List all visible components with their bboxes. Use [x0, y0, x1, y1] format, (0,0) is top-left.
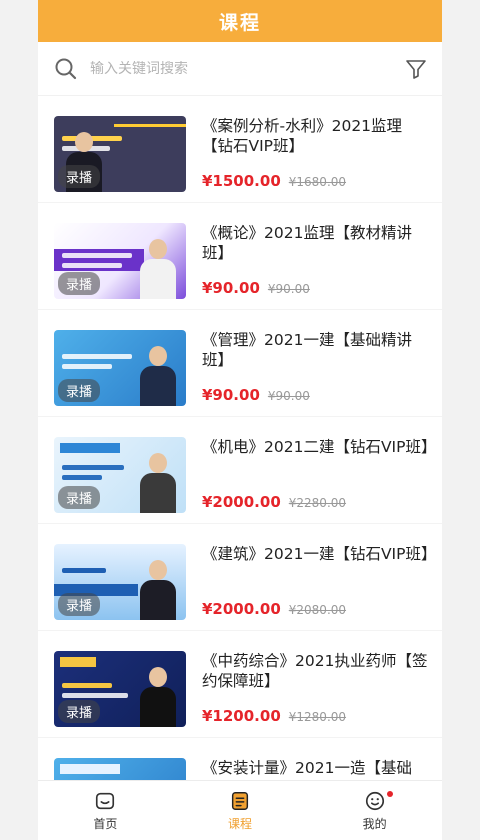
page-title: 课程 [218, 11, 261, 34]
course-item[interactable]: 录播 《建筑》2021一建【钻石VIP班】 ¥2000.00 ¥2080.00 [38, 524, 442, 631]
app-container: 课程 录播 《案例分析-水利》2021监理 [38, 0, 442, 840]
tab-home[interactable]: 首页 [38, 781, 173, 840]
course-original-price: ¥2080.00 [288, 603, 347, 617]
search-input[interactable] [90, 60, 404, 77]
course-thumbnail [54, 758, 186, 780]
recorded-badge: 录播 [58, 272, 101, 295]
course-original-price: ¥1680.00 [288, 175, 347, 189]
course-price: ¥1200.00 [202, 707, 281, 725]
course-item[interactable]: 录播 《中药综合》2021执业药师【签约保障班】 ¥1200.00 ¥1280.… [38, 631, 442, 738]
bottom-tab-bar: 首页 课程 我的 [38, 780, 442, 840]
smiley-icon [365, 791, 384, 810]
course-thumbnail: 录播 [54, 116, 186, 192]
tab-courses[interactable]: 课程 [173, 781, 308, 840]
course-item[interactable]: 录播 《管理》2021一建【基础精讲班】 ¥90.00 ¥90.00 [38, 310, 442, 417]
course-title: 《机电》2021二建【钻石VIP班】 [202, 438, 432, 456]
course-thumbnail: 录播 [54, 544, 186, 620]
course-item[interactable]: 《安装计量》2021一造【基础 [38, 738, 442, 780]
course-original-price: ¥90.00 [267, 389, 310, 403]
course-thumbnail: 录播 [54, 330, 186, 406]
tab-courses-label: 课程 [228, 816, 253, 831]
tab-home-label: 首页 [93, 816, 118, 831]
recorded-badge: 录播 [58, 700, 101, 723]
course-thumbnail: 录播 [54, 651, 186, 727]
notification-dot [386, 791, 393, 797]
course-item[interactable]: 录播 《机电》2021二建【钻石VIP班】 ¥2000.00 ¥2280.00 [38, 417, 442, 524]
course-title: 《建筑》2021一建【钻石VIP班】 [202, 545, 432, 563]
search-icon[interactable] [54, 57, 78, 81]
header-bar: 课程 [38, 0, 442, 42]
course-original-price: ¥90.00 [267, 282, 310, 296]
course-price: ¥1500.00 [202, 172, 281, 190]
course-price: ¥2000.00 [202, 493, 281, 511]
phone-screen: 课程 录播 《案例分析-水利》2021监理 [0, 0, 480, 840]
course-price: ¥90.00 [202, 386, 260, 404]
course-list: 录播 《案例分析-水利》2021监理【钻石VIP班】 ¥1500.00 ¥168… [38, 96, 442, 780]
course-title: 《案例分析-水利》2021监理【钻石VIP班】 [202, 117, 403, 155]
course-title: 《中药综合》2021执业药师【签约保障班】 [202, 652, 428, 690]
home-icon [96, 792, 115, 809]
book-icon [231, 791, 249, 810]
course-thumbnail: 录播 [54, 223, 186, 299]
recorded-badge: 录播 [58, 165, 101, 188]
recorded-badge: 录播 [58, 486, 101, 509]
tab-mine-label: 我的 [362, 816, 387, 831]
recorded-badge: 录播 [58, 379, 101, 402]
course-title: 《概论》2021监理【教材精讲班】 [202, 224, 412, 262]
course-item[interactable]: 录播 《案例分析-水利》2021监理【钻石VIP班】 ¥1500.00 ¥168… [38, 96, 442, 203]
course-title: 《安装计量》2021一造【基础 [202, 759, 412, 777]
course-title: 《管理》2021一建【基础精讲班】 [202, 331, 412, 369]
course-original-price: ¥1280.00 [288, 710, 347, 724]
course-price: ¥90.00 [202, 279, 260, 297]
course-original-price: ¥2280.00 [288, 496, 347, 510]
tab-mine[interactable]: 我的 [307, 781, 442, 840]
course-thumbnail: 录播 [54, 437, 186, 513]
filter-icon[interactable] [404, 57, 428, 81]
course-item[interactable]: 录播 《概论》2021监理【教材精讲班】 ¥90.00 ¥90.00 [38, 203, 442, 310]
course-price: ¥2000.00 [202, 600, 281, 618]
search-bar [38, 42, 442, 96]
recorded-badge: 录播 [58, 593, 101, 616]
